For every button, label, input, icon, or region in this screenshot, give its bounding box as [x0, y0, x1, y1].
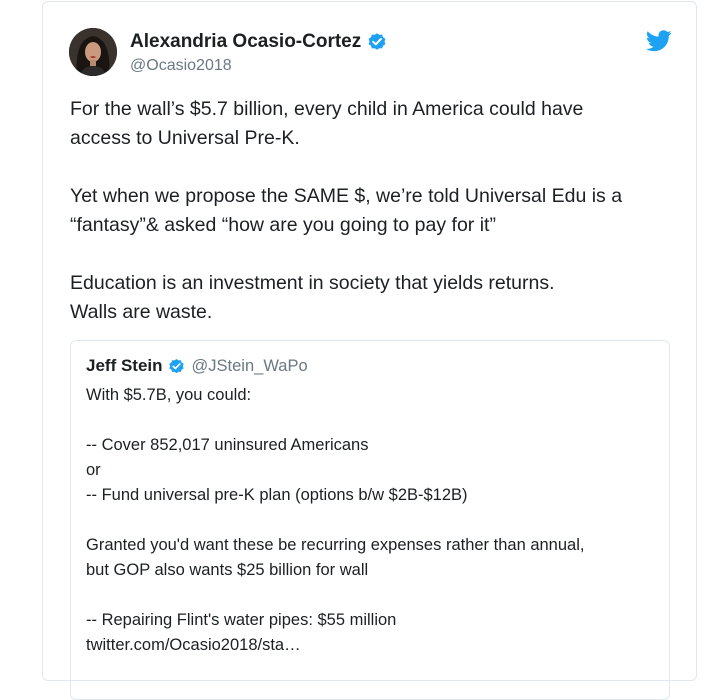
quoted-line: -- Repairing Flint's water pipes: $55 mi…	[86, 611, 397, 629]
quoted-line: -- Fund universal pre-K plan (options b/…	[86, 486, 468, 504]
twitter-bird-icon[interactable]	[645, 30, 672, 52]
author-handle[interactable]: @Ocasio2018	[130, 56, 232, 76]
quoted-line: -- Cover 852,017 uninsured Americans	[86, 436, 369, 454]
quoted-tweet[interactable]: Jeff Stein @JStein_WaPo With $5.7B, you …	[70, 340, 670, 700]
quoted-line: Granted you'd want these be recurring ex…	[86, 536, 585, 554]
quoted-link[interactable]: twitter.com/Ocasio2018/sta…	[86, 633, 656, 658]
verified-badge-icon	[367, 32, 387, 52]
quoted-author-row[interactable]: Jeff Stein @JStein_WaPo	[86, 356, 308, 376]
quoted-line	[86, 408, 656, 433]
quoted-author-handle[interactable]: @JStein_WaPo	[192, 357, 308, 376]
quoted-line: With $5.7B, you could:	[86, 386, 252, 404]
quoted-line	[86, 508, 656, 533]
tweet-card[interactable]: Alexandria Ocasio-Cortez @Ocasio2018 For…	[42, 1, 697, 700]
verified-badge-icon	[168, 358, 185, 375]
tweet-text: For the wall’s $5.7 billion, every child…	[70, 95, 680, 356]
author-avatar[interactable]	[69, 28, 117, 76]
quoted-line	[86, 583, 656, 608]
quoted-line: but GOP also wants $25 billion for wall	[86, 561, 369, 579]
tweet-paragraph: Yet when we propose the SAME $, we’re to…	[70, 185, 623, 236]
quoted-line: or	[86, 461, 101, 479]
quoted-author-name[interactable]: Jeff Stein	[86, 356, 163, 376]
tweet-paragraph: Education is an investment in society th…	[70, 272, 555, 323]
quoted-tweet-text: With $5.7B, you could: -- Cover 852,017 …	[86, 383, 656, 658]
author-display-name[interactable]: Alexandria Ocasio-Cortez	[130, 31, 361, 53]
tweet-paragraph: For the wall’s $5.7 billion, every child…	[70, 98, 584, 149]
author-name-row[interactable]: Alexandria Ocasio-Cortez	[130, 31, 387, 53]
